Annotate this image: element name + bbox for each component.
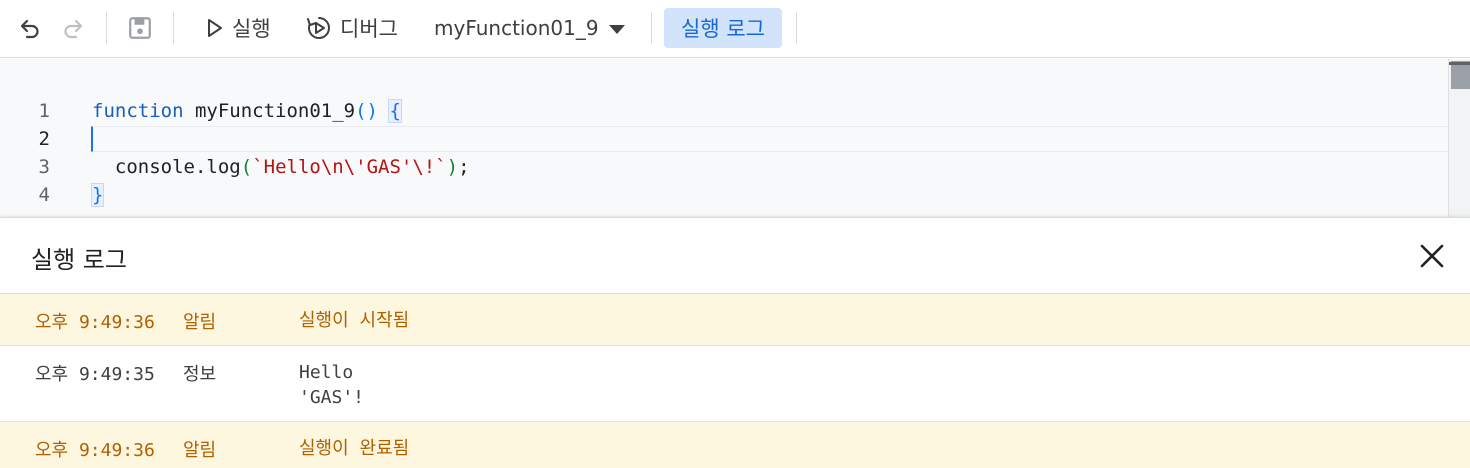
log-row: 오후 9:49:36 알림 실행이 시작됨 [0,294,1470,346]
paren-token: () [355,100,378,122]
toolbar-divider [173,12,174,44]
toolbar-divider [651,12,652,44]
function-select[interactable]: myFunction01_9 [434,8,625,48]
call-token: console.log [114,156,241,178]
semicolon-token: ; [458,156,470,178]
execution-log-title: 실행 로그 [31,246,127,274]
log-message-line: Hello [299,362,354,383]
code-text: } [90,181,105,209]
log-row: 오후 9:49:35 정보 Hello 'GAS'! [0,346,1470,422]
toolbar-divider [106,12,107,44]
save-icon[interactable] [124,12,156,44]
play-icon [208,19,222,37]
indent-token [92,156,115,178]
code-line[interactable]: 3 console.log(`Hello\n\'GAS'\!`); [0,153,1446,181]
log-level: 알림 [183,440,217,461]
run-button[interactable]: 실행 [206,8,271,48]
log-time: 오후 9:49:36 [35,440,155,461]
code-line[interactable]: 4 } [0,181,1446,209]
log-time: 오후 9:49:35 [35,364,155,385]
keyword-function: function [92,100,184,122]
dropdown-caret-icon [608,24,625,34]
toolbar-divider [796,12,797,44]
function-select-value: myFunction01_9 [434,16,599,40]
redo-icon[interactable] [57,12,89,44]
log-message: Hello 'GAS'! [299,360,364,410]
execution-log-toggle-label: 실행 로그 [681,17,765,41]
debug-button[interactable]: 디버그 [306,8,398,48]
log-level: 정보 [183,364,217,385]
line-number: 1 [38,100,50,122]
debug-label: 디버그 [340,17,398,41]
log-row: 오후 9:49:36 알림 실행이 완료됨 [0,422,1470,468]
close-icon [1420,244,1444,268]
editor-scrollbar[interactable] [1448,59,1470,217]
open-brace-token: { [388,99,402,123]
undo-icon[interactable] [14,12,46,44]
log-level: 알림 [183,312,217,333]
log-message-line: 'GAS'! [299,387,365,408]
close-log-button[interactable] [1414,238,1450,274]
code-line[interactable]: 2 [0,125,1446,153]
editor-toolbar: 실행 디버그 myFunction01_9 실행 로그 [0,0,1470,58]
line-number: 2 [38,128,50,150]
execution-log-toggle-button[interactable]: 실행 로그 [664,8,782,48]
code-text: function myFunction01_9() { [92,97,402,125]
line-number: 3 [38,156,50,178]
log-message: 실행이 시작됨 [299,310,410,331]
function-name: myFunction01_9 [183,100,356,122]
paren-token: ( [240,156,253,178]
string-token: `Hello\n\'GAS'\!` [252,156,447,178]
paren-token: ) [446,156,459,178]
close-brace-token: } [90,183,105,207]
code-text: console.log(`Hello\n\'GAS'\!`); [92,153,470,181]
code-editor[interactable]: 1 function myFunction01_9() { 2 3 consol… [0,59,1470,217]
execution-log-header: 실행 로그 [0,218,1470,294]
run-label: 실행 [232,17,271,41]
log-message: 실행이 완료됨 [299,438,410,459]
debug-icon [307,17,330,39]
scrollbar-thumb[interactable] [1451,61,1470,89]
log-time: 오후 9:49:36 [35,312,155,333]
code-line[interactable]: 1 function myFunction01_9() { [0,97,1446,125]
execution-log-panel: 실행 로그 오후 9:49:36 알림 실행이 시작됨 오후 9:49:35 정… [0,217,1470,468]
scrollbar-marker [1449,62,1470,65]
line-number: 4 [38,184,50,206]
